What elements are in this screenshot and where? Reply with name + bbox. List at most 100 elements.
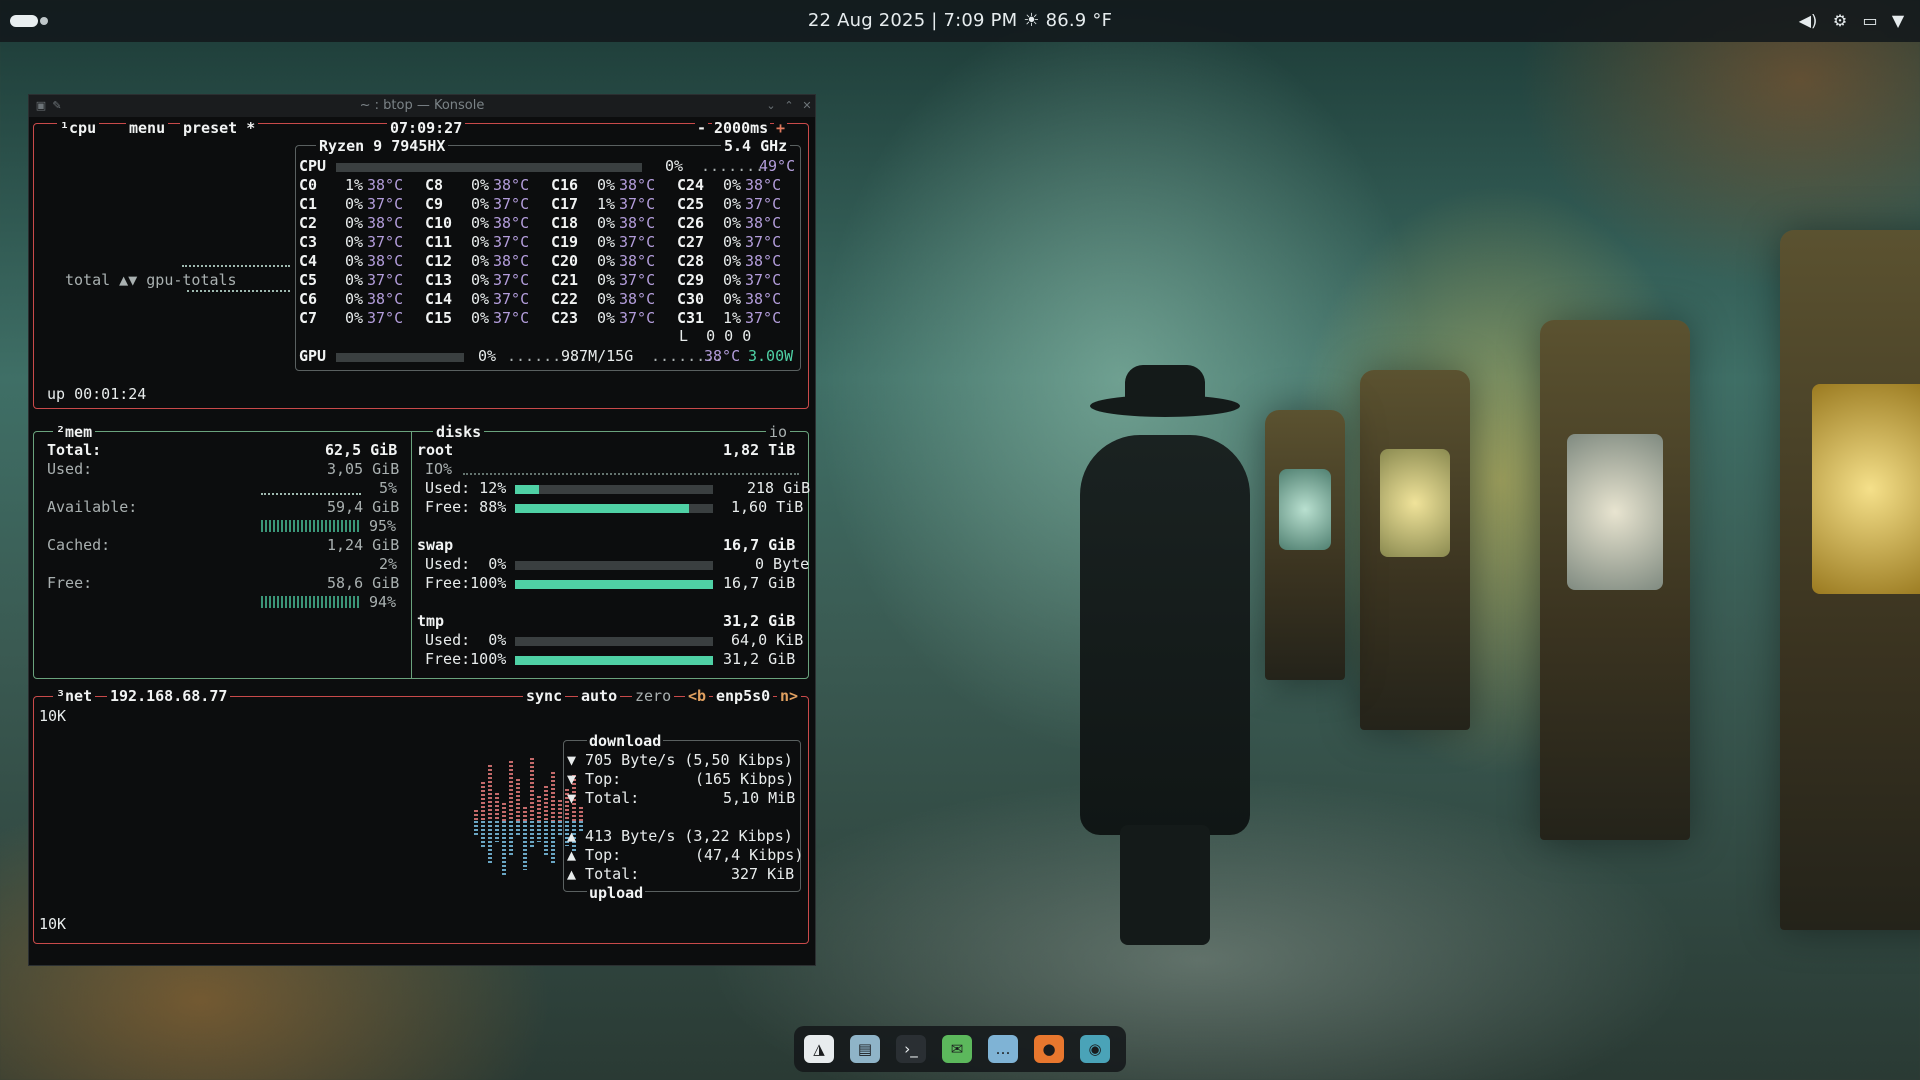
core-temp: 37°C xyxy=(493,309,530,327)
download-graph-bar xyxy=(516,779,520,821)
core-temp: 37°C xyxy=(493,290,530,308)
menu-button[interactable]: menu xyxy=(126,119,169,138)
window-titlebar[interactable]: ▣ ✎ ~ : btop — Konsole ⌄ ⌃ ✕ xyxy=(29,95,815,117)
interval-increase-button[interactable]: + xyxy=(774,119,788,138)
core-pct: 0% xyxy=(471,252,490,270)
konsole-icon: ▣ xyxy=(35,99,47,112)
disk-tmp-free-label: Free:100% xyxy=(425,650,507,668)
core-pct: 0% xyxy=(471,233,490,251)
files-icon[interactable]: ▤ xyxy=(850,1035,880,1063)
core-label: C23 xyxy=(551,309,579,327)
panel-clock[interactable]: 22 Aug 2025 | 7:09 PM ☀ 86.9 °F xyxy=(0,0,1920,42)
core-temp: 38°C xyxy=(619,290,656,308)
upload-graph-bar xyxy=(544,821,548,856)
core-temp: 38°C xyxy=(367,290,404,308)
download-graph-bar xyxy=(495,793,499,821)
disk-swap-name: swap xyxy=(417,536,454,554)
update-interval: 2000ms xyxy=(712,119,771,138)
core-temp: 37°C xyxy=(619,309,656,327)
mem-total: 62,5 GiB xyxy=(325,441,398,459)
core-label: C5 xyxy=(299,271,318,289)
mail-icon[interactable]: ✉ xyxy=(942,1035,972,1063)
upload-graph-bar xyxy=(558,821,562,835)
download-graph-bar xyxy=(474,810,478,821)
mem-tab[interactable]: ²mem xyxy=(53,423,96,442)
mem-used-graph xyxy=(261,493,361,495)
core-pct: 1% xyxy=(723,309,742,327)
window-title: ~ : btop — Konsole xyxy=(359,98,485,113)
core-pct: 0% xyxy=(345,214,364,232)
io-tab[interactable]: io xyxy=(766,423,791,442)
core-temp: 38°C xyxy=(493,252,530,270)
core-temp: 37°C xyxy=(493,233,530,251)
launcher-icon[interactable]: ◮ xyxy=(804,1035,834,1063)
close-icon[interactable]: ✕ xyxy=(801,100,813,112)
net-scale-top: 10K xyxy=(39,707,67,725)
net-interface: enp5s0 xyxy=(713,687,774,706)
download-graph-bar xyxy=(509,761,513,821)
wallpaper-figure xyxy=(1060,365,1270,945)
core-label: C16 xyxy=(551,176,579,194)
core-label: C11 xyxy=(425,233,453,251)
core-temp: 38°C xyxy=(493,176,530,194)
mem-free-pct: 94% xyxy=(369,593,397,611)
net-next-iface[interactable]: n> xyxy=(777,687,802,706)
konsole-window[interactable]: ▣ ✎ ~ : btop — Konsole ⌄ ⌃ ✕ ¹cpu menu p… xyxy=(28,94,816,966)
cpu-total-pct: 0% xyxy=(665,157,684,175)
download-graph-bar xyxy=(530,758,534,821)
core-label: C24 xyxy=(677,176,705,194)
disks-tab[interactable]: disks xyxy=(433,423,485,442)
core-pct: 0% xyxy=(723,271,742,289)
mem-used-pct: 5% xyxy=(379,479,398,497)
core-pct: 0% xyxy=(597,233,616,251)
disk-swap-free-label: Free:100% xyxy=(425,574,507,592)
interval-decrease-button[interactable]: - xyxy=(695,119,709,138)
upload-graph-bar xyxy=(502,821,506,877)
settings-gear-icon[interactable]: ⚙ xyxy=(1830,12,1850,30)
cpu-clock: 07:09:27 xyxy=(387,119,466,138)
display-icon[interactable]: ▭ xyxy=(1860,12,1880,30)
core-pct: 0% xyxy=(345,195,364,213)
net-tab[interactable]: ³net xyxy=(53,687,96,706)
download-graph-bar xyxy=(544,786,548,821)
core-label: C25 xyxy=(677,195,705,213)
disk-tmp-used-label: Used: 0% xyxy=(425,631,507,649)
core-pct: 0% xyxy=(723,176,742,194)
volume-icon[interactable]: ◀) xyxy=(1798,12,1818,30)
chevron-down-icon[interactable]: ▼ xyxy=(1888,12,1908,30)
gpu-bar xyxy=(336,353,464,362)
cpu-tab[interactable]: ¹cpu xyxy=(57,119,100,138)
disk-root-name: root xyxy=(417,441,454,459)
pin-icon[interactable]: ✎ xyxy=(51,100,63,112)
terminal-icon[interactable]: ›_ xyxy=(896,1035,926,1063)
download-graph-bar xyxy=(558,800,562,821)
mem-used-label: Used: xyxy=(47,460,93,478)
maximize-icon[interactable]: ⌃ xyxy=(783,100,795,112)
net-zero-toggle[interactable]: zero xyxy=(632,687,675,706)
core-label: C15 xyxy=(425,309,453,327)
firefox-icon[interactable]: ● xyxy=(1034,1035,1064,1063)
core-label: C26 xyxy=(677,214,705,232)
core-temp: 38°C xyxy=(745,290,782,308)
mem-avail-label: Available: xyxy=(47,498,138,516)
minimize-icon[interactable]: ⌄ xyxy=(765,100,777,112)
core-pct: 0% xyxy=(723,252,742,270)
cpu-graph-trace xyxy=(187,290,290,292)
preset-button[interactable]: preset * xyxy=(180,119,259,138)
arcade-cabinet xyxy=(1360,370,1470,730)
core-label: C0 xyxy=(299,176,318,194)
upload-graph-bar xyxy=(551,821,555,863)
uptime: up 00:01:24 xyxy=(47,385,147,403)
core-pct: 1% xyxy=(345,176,364,194)
core-temp: 37°C xyxy=(367,309,404,327)
core-temp: 37°C xyxy=(619,195,656,213)
net-auto-toggle[interactable]: auto xyxy=(578,687,621,706)
chat-icon[interactable]: … xyxy=(988,1035,1018,1063)
disk-root-used-bar xyxy=(515,485,713,494)
net-sync-toggle[interactable]: sync xyxy=(523,687,566,706)
download-graph-bar xyxy=(537,796,541,821)
core-temp: 37°C xyxy=(619,233,656,251)
core-label: C4 xyxy=(299,252,318,270)
net-prev-iface[interactable]: <b xyxy=(685,687,710,706)
screenshot-icon[interactable]: ◉ xyxy=(1080,1035,1110,1063)
